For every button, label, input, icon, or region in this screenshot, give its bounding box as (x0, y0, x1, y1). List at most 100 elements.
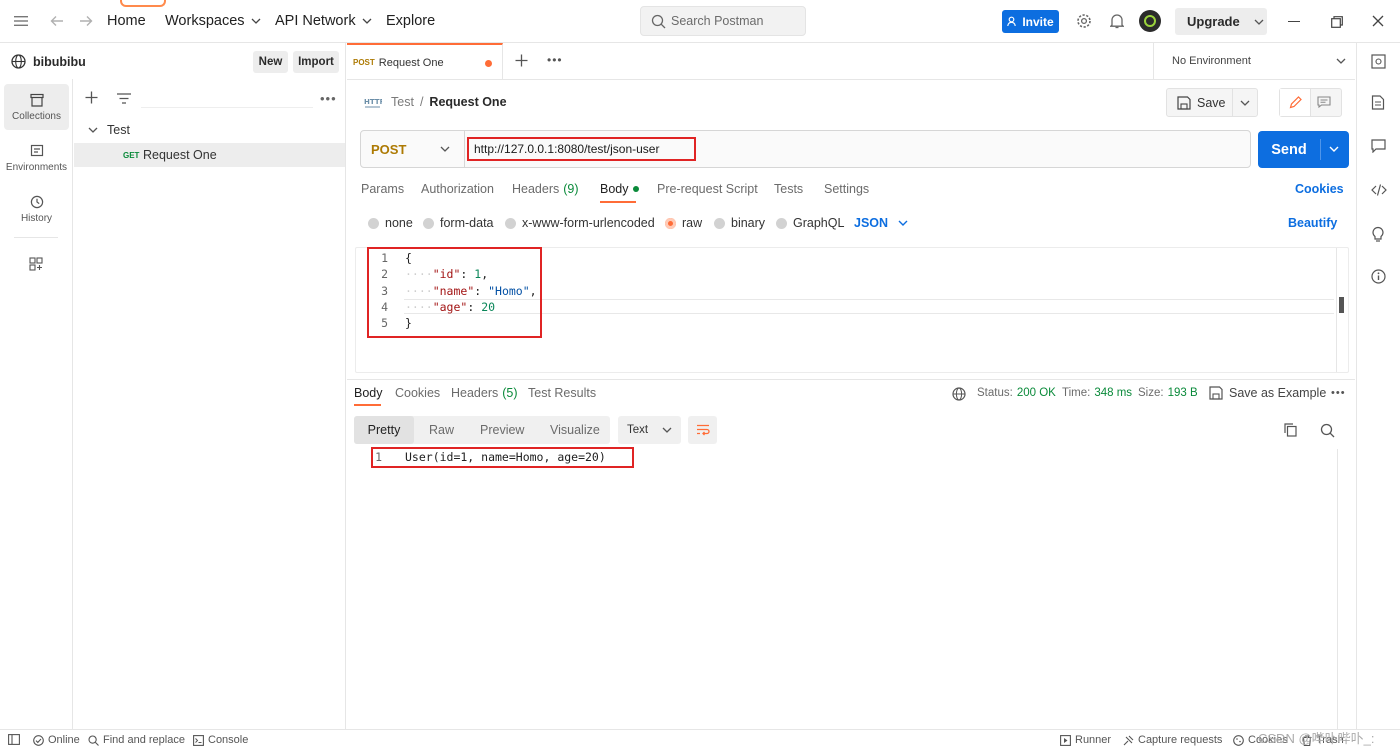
breadcrumb-collection[interactable]: Test (391, 95, 414, 109)
collection-search-input[interactable] (141, 86, 313, 108)
request-item[interactable]: GET Request One (74, 143, 345, 167)
console-button[interactable]: Console (193, 734, 248, 746)
forward-arrow-icon[interactable] (79, 14, 93, 28)
search-input[interactable]: Search Postman (640, 6, 806, 36)
tab-body[interactable]: Body (600, 182, 639, 196)
documentation-icon[interactable] (1371, 95, 1385, 110)
radio-button[interactable] (714, 217, 725, 229)
close-icon[interactable] (1372, 15, 1384, 27)
response-size[interactable]: Size: 193 B (1138, 387, 1198, 399)
toggle-sidebar-icon[interactable] (8, 734, 20, 745)
sidebar-item-environments[interactable]: Environments (4, 135, 69, 181)
capture-requests-button[interactable]: Capture requests (1123, 734, 1222, 746)
body-type-urlencoded[interactable]: x-www-form-urlencoded (505, 216, 655, 230)
radio-button[interactable] (368, 217, 379, 229)
bell-icon[interactable] (1110, 13, 1124, 29)
find-replace-label: Find and replace (103, 734, 185, 746)
radio-button-selected[interactable] (665, 217, 676, 229)
edit-mode-button[interactable] (1280, 89, 1311, 116)
info-icon[interactable] (1371, 269, 1386, 284)
format-tab-visualize[interactable]: Visualize (550, 416, 600, 444)
body-type-none[interactable]: none (368, 216, 413, 230)
tab-options-icon[interactable]: ••• (547, 53, 563, 67)
nav-api-network[interactable]: API Network (275, 13, 372, 29)
response-tab-headers[interactable]: Headers (5) (451, 386, 518, 400)
menu-icon[interactable] (14, 15, 28, 27)
lightbulb-icon[interactable] (1371, 226, 1385, 242)
tab-settings[interactable]: Settings (824, 182, 869, 196)
upgrade-button[interactable]: Upgrade (1175, 8, 1267, 35)
save-as-example-button[interactable]: Save as Example (1209, 386, 1326, 400)
minimize-icon[interactable] (1288, 21, 1300, 23)
environment-quicklook-icon[interactable] (1371, 54, 1386, 69)
gear-icon[interactable] (1076, 13, 1092, 29)
tab-request-one[interactable]: POST Request One (347, 43, 503, 80)
response-status[interactable]: Status: 200 OK (977, 387, 1056, 399)
new-button[interactable]: New (253, 51, 288, 73)
comment-mode-button[interactable] (1317, 96, 1331, 108)
new-tab-icon[interactable] (515, 54, 528, 67)
nav-workspaces[interactable]: Workspaces (165, 13, 261, 29)
response-type-select[interactable]: Text (618, 416, 681, 444)
avatar[interactable] (1139, 10, 1161, 32)
body-type-form-data[interactable]: form-data (423, 216, 494, 230)
radio-button[interactable] (776, 217, 787, 229)
filter-icon[interactable] (117, 93, 131, 104)
format-tab-raw[interactable]: Raw (429, 416, 454, 444)
response-tab-cookies[interactable]: Cookies (395, 386, 440, 400)
body-type-raw[interactable]: raw (665, 216, 702, 230)
response-time[interactable]: Time: 348 ms (1062, 387, 1132, 399)
body-type-binary[interactable]: binary (714, 216, 765, 230)
tab-params[interactable]: Params (361, 182, 404, 196)
add-collection-icon[interactable] (85, 91, 98, 104)
tab-headers-count: (9) (563, 182, 579, 196)
method-select[interactable]: POST (361, 131, 465, 167)
runner-label: Runner (1075, 734, 1112, 746)
find-replace-button[interactable]: Find and replace (88, 734, 185, 746)
chevron-down-icon[interactable] (1329, 146, 1339, 152)
raw-format-select[interactable]: JSON (854, 216, 908, 230)
code-icon[interactable] (1371, 183, 1387, 197)
workspace-name: bibubibu (33, 55, 86, 69)
wrap-lines-button[interactable] (688, 416, 717, 444)
tab-headers[interactable]: Headers (9) (512, 182, 579, 196)
beautify-link[interactable]: Beautify (1288, 216, 1337, 230)
response-options-icon[interactable]: ••• (1331, 387, 1346, 399)
configure-workspace-icon[interactable] (29, 257, 43, 271)
format-tab-preview[interactable]: Preview (480, 416, 524, 444)
nav-home[interactable]: Home (107, 13, 146, 29)
nav-explore[interactable]: Explore (386, 13, 435, 29)
tab-pre-request-script[interactable]: Pre-request Script (657, 182, 758, 196)
breadcrumb-request[interactable]: Request One (429, 95, 506, 109)
runner-button[interactable]: Runner (1060, 734, 1111, 746)
collection-item[interactable]: Test (74, 119, 345, 143)
tab-tests[interactable]: Tests (774, 182, 803, 196)
invite-button[interactable]: Invite (1002, 10, 1059, 33)
back-arrow-icon[interactable] (50, 14, 64, 28)
environment-select[interactable]: No Environment (1153, 43, 1355, 80)
maximize-icon[interactable] (1331, 16, 1343, 28)
send-label[interactable]: Send (1258, 131, 1320, 168)
sidebar-item-collections[interactable]: Collections (4, 84, 69, 130)
response-tab-test-results[interactable]: Test Results (528, 386, 596, 400)
runner-icon (1060, 734, 1071, 746)
chevron-down-icon[interactable] (1240, 100, 1250, 106)
body-type-graphql[interactable]: GraphQL (776, 216, 844, 230)
online-status[interactable]: Online (33, 734, 80, 746)
more-options-icon[interactable]: ••• (320, 91, 337, 106)
format-tab-pretty[interactable]: Pretty (354, 416, 414, 444)
copy-icon[interactable] (1284, 423, 1297, 437)
radio-button[interactable] (423, 217, 434, 229)
editor-scrollbar-thumb[interactable] (1339, 297, 1344, 313)
comments-icon[interactable] (1371, 139, 1386, 153)
search-icon[interactable] (1320, 423, 1335, 438)
top-bar: Home Workspaces API Network Explore Sear… (0, 0, 1400, 43)
response-tab-body[interactable]: Body (354, 386, 383, 400)
sidebar-item-history[interactable]: History (4, 186, 69, 232)
save-button[interactable]: Save (1167, 89, 1233, 116)
tab-authorization[interactable]: Authorization (421, 182, 494, 196)
network-globe-icon[interactable] (952, 387, 966, 401)
import-button[interactable]: Import (293, 51, 339, 73)
cookies-link[interactable]: Cookies (1295, 182, 1344, 196)
radio-button[interactable] (505, 217, 516, 229)
